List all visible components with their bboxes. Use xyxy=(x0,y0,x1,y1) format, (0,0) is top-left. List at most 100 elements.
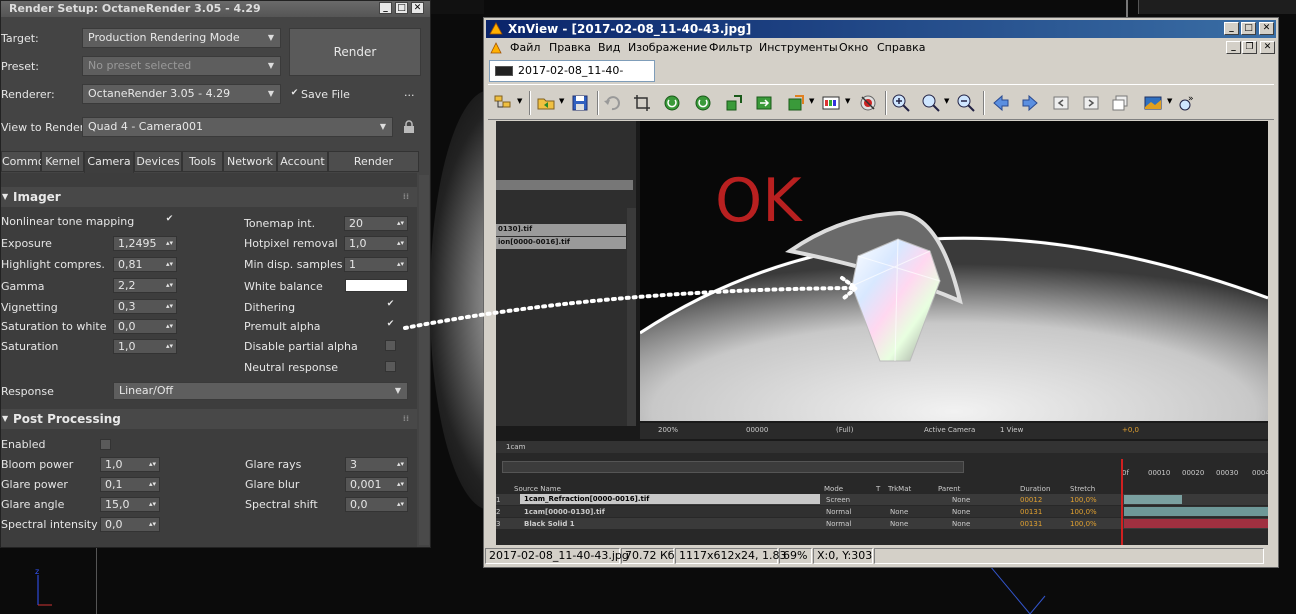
browser-icon[interactable] xyxy=(493,93,513,113)
collapse-triangle-icon: ▼ xyxy=(2,192,9,201)
first-page-icon[interactable] xyxy=(1051,93,1071,113)
palette-icon[interactable] xyxy=(821,93,841,113)
status-coordinates: X:0, Y:303 xyxy=(813,548,873,564)
panel-scrollbar[interactable] xyxy=(419,175,429,545)
menu-file[interactable]: Файл xyxy=(510,41,540,54)
post-processing-section-header[interactable]: ▼ Post Processing ⁞⁞ xyxy=(1,409,417,429)
tab-render-elements[interactable]: Render Elements xyxy=(328,151,419,187)
tab-devices[interactable]: Devices xyxy=(134,151,182,172)
gamma-spinner[interactable]: 2,2 ▴▾ xyxy=(113,278,177,293)
menu-view[interactable]: Вид xyxy=(598,41,620,54)
ae-timeline: 1cam Source Name Mode T TrkMat Parent Du… xyxy=(496,441,1268,545)
glare-blur-spinner[interactable]: 0,001 ▴▾ xyxy=(345,477,408,492)
rotate-right-icon[interactable] xyxy=(693,93,713,113)
target-dropdown[interactable]: Production Rendering Mode ▼ xyxy=(82,28,281,48)
preset-dropdown[interactable]: No preset selected ▼ xyxy=(82,56,281,76)
nonlinear-tone-mapping-checkbox[interactable]: ✔ xyxy=(164,215,175,226)
xnview-maximize-button[interactable]: □ xyxy=(1241,22,1256,35)
imager-section-header[interactable]: ▼ Imager ⁞⁞ xyxy=(1,187,417,207)
vignetting-spinner[interactable]: 0,3 ▴▾ xyxy=(113,299,177,314)
zoom-out-icon[interactable] xyxy=(956,93,976,113)
dithering-checkbox[interactable]: ✔ xyxy=(385,300,396,311)
more-icon[interactable]: » xyxy=(1176,93,1196,113)
render-setup-window: Render Setup: OctaneRender 3.05 - 4.29 _… xyxy=(0,0,431,548)
spectral-intensity-spinner[interactable]: 0,0 ▴▾ xyxy=(100,517,160,532)
xnview-titlebar[interactable]: XnView - [2017-02-08_11-40-43.jpg] _ □ ✕ xyxy=(486,20,1276,38)
status-dimensions: 1117x612x24, 1.83 xyxy=(675,548,787,564)
close-button[interactable]: ✕ xyxy=(411,2,424,14)
tab-tools[interactable]: Tools xyxy=(182,151,223,172)
render-setup-tabs: Common Kernel Camera Devices Tools Netwo… xyxy=(1,151,421,187)
hotpixel-removal-spinner[interactable]: 1,0 ▴▾ xyxy=(344,236,408,251)
arrow-left-icon[interactable] xyxy=(991,93,1011,113)
zoom-fit-icon[interactable] xyxy=(921,93,941,113)
tonemap-int-spinner[interactable]: 20 ▴▾ xyxy=(344,216,408,231)
response-dropdown[interactable]: Linear/Off ▼ xyxy=(113,382,408,400)
adjust-icon[interactable] xyxy=(786,93,806,113)
grip-icon: ⁞⁞ xyxy=(402,192,409,201)
target-label: Target: xyxy=(1,32,39,45)
premult-alpha-checkbox[interactable]: ✔ xyxy=(385,320,396,331)
menu-image[interactable]: Изображение xyxy=(628,41,707,54)
exposure-spinner[interactable]: 1,2495 ▴▾ xyxy=(113,236,177,251)
more-options-button[interactable]: ... xyxy=(404,86,415,99)
viewport-bg xyxy=(431,0,484,14)
menu-help[interactable]: Справка xyxy=(877,41,925,54)
tab-account[interactable]: Account xyxy=(277,151,328,172)
red-eye-icon[interactable] xyxy=(858,93,878,113)
chevron-down-icon: ▼ xyxy=(379,122,386,131)
flip-icon[interactable] xyxy=(754,93,774,113)
doc-minimize-button[interactable]: _ xyxy=(1226,41,1241,54)
status-zoom: 69% xyxy=(779,548,812,564)
arrow-right-icon[interactable] xyxy=(1020,93,1040,113)
xnview-minimize-button[interactable]: _ xyxy=(1224,22,1239,35)
multi-page-icon[interactable] xyxy=(1110,93,1130,113)
saturation-to-white-label: Saturation to white xyxy=(1,320,107,333)
renderer-dropdown[interactable]: OctaneRender 3.05 - 4.29 ▼ xyxy=(82,84,281,104)
zoom-in-icon[interactable] xyxy=(891,93,911,113)
tab-camera[interactable]: Camera xyxy=(84,151,134,173)
menu-window[interactable]: Окно xyxy=(839,41,868,54)
saturation-to-white-spinner[interactable]: 0,0 ▴▾ xyxy=(113,319,177,334)
post-enabled-checkbox[interactable] xyxy=(100,439,111,450)
highlight-compression-spinner[interactable]: 0,81 ▴▾ xyxy=(113,257,177,272)
bloom-power-spinner[interactable]: 1,0 ▴▾ xyxy=(100,457,160,472)
lock-icon[interactable] xyxy=(403,120,415,134)
nonlinear-tone-mapping-label: Nonlinear tone mapping xyxy=(1,215,135,228)
min-disp-samples-spinner[interactable]: 1 ▴▾ xyxy=(344,257,408,272)
save-file-checkbox[interactable]: ✔ xyxy=(289,89,300,100)
save-icon[interactable] xyxy=(570,93,590,113)
maximize-button[interactable]: □ xyxy=(395,2,408,14)
resize-icon[interactable] xyxy=(724,93,744,113)
neutral-response-checkbox[interactable] xyxy=(385,361,396,372)
tab-common[interactable]: Common xyxy=(1,151,52,172)
menu-filter[interactable]: Фильтр xyxy=(709,41,753,54)
undo-icon[interactable] xyxy=(602,93,622,113)
crop-icon[interactable] xyxy=(632,93,652,113)
doc-close-button[interactable]: ✕ xyxy=(1260,41,1275,54)
view-to-render-dropdown[interactable]: Quad 4 - Camera001 ▼ xyxy=(82,117,393,137)
spectral-shift-spinner[interactable]: 0,0 ▴▾ xyxy=(345,497,408,512)
xnview-close-button[interactable]: ✕ xyxy=(1259,22,1274,35)
menu-tools[interactable]: Инструменты xyxy=(759,41,838,54)
saturation-spinner[interactable]: 1,0 ▴▾ xyxy=(113,339,177,354)
render-setup-titlebar[interactable]: Render Setup: OctaneRender 3.05 - 4.29 _… xyxy=(1,1,430,17)
slideshow-icon[interactable] xyxy=(1143,93,1163,113)
white-balance-swatch[interactable] xyxy=(345,279,408,292)
glare-power-spinner[interactable]: 0,1 ▴▾ xyxy=(100,477,160,492)
doc-restore-button[interactable]: ❐ xyxy=(1242,41,1257,54)
next-page-icon[interactable] xyxy=(1081,93,1101,113)
tab-network[interactable]: Network xyxy=(223,151,277,172)
document-tab[interactable]: 2017-02-08_11-40-43.jpg xyxy=(489,60,655,97)
open-folder-icon[interactable] xyxy=(536,93,556,113)
tab-kernel[interactable]: Kernel xyxy=(41,151,84,172)
playhead xyxy=(1121,459,1123,545)
disable-partial-alpha-checkbox[interactable] xyxy=(385,340,396,351)
svg-text:»: » xyxy=(1188,94,1194,104)
rotate-left-icon[interactable] xyxy=(662,93,682,113)
glare-rays-spinner[interactable]: 3 ▴▾ xyxy=(345,457,408,472)
minimize-button[interactable]: _ xyxy=(379,2,392,14)
menu-edit[interactable]: Правка xyxy=(549,41,591,54)
render-button[interactable]: Render xyxy=(289,28,421,76)
glare-angle-spinner[interactable]: 15,0 ▴▾ xyxy=(100,497,160,512)
